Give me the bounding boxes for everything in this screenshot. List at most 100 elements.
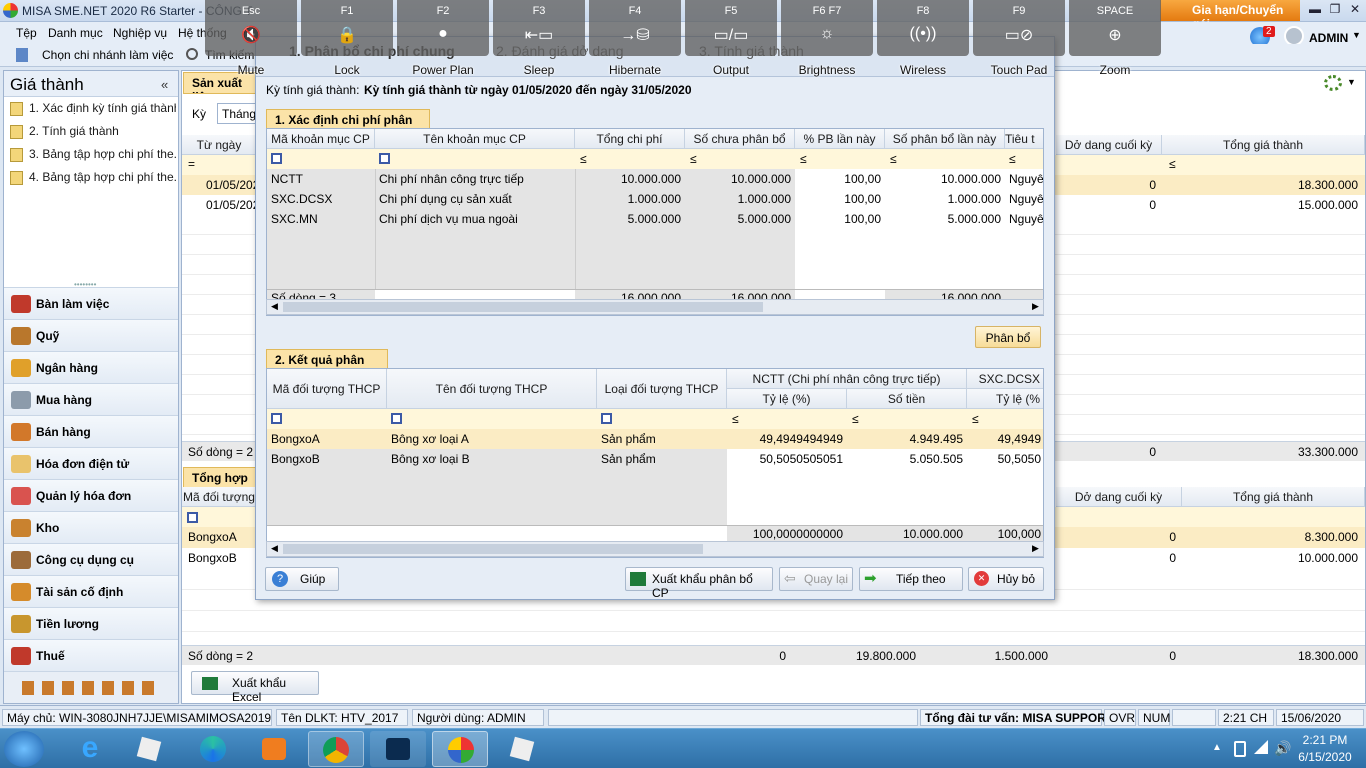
module-tax[interactable]: Thuế [4, 639, 178, 671]
export-excel-button[interactable]: Xuất khẩu Excel [191, 671, 319, 704]
cell-pct-2[interactable]: 50,5050 [967, 449, 1043, 469]
branch-selector[interactable]: Chọn chi nhánh làm việc [42, 48, 173, 62]
edge-icon[interactable] [186, 731, 242, 767]
filter-le[interactable]: ≤ [732, 412, 739, 426]
cell-criteria[interactable]: Nguyên [1005, 169, 1043, 189]
module-desk[interactable]: Bàn làm việc [4, 287, 178, 319]
table-row[interactable]: NCTT Chi phí nhân công trực tiếp 10.000.… [267, 169, 1043, 189]
fkey-hibernate[interactable]: F4 →⛁ [589, 0, 681, 56]
cell-alloc[interactable]: 5.000.000 [885, 209, 1005, 229]
start-button[interactable] [4, 731, 44, 767]
chevron-down-icon[interactable]: ▼ [1347, 77, 1356, 87]
usb-icon[interactable] [1234, 741, 1246, 757]
col-cost-name[interactable]: Tên khoản mục CP [375, 129, 575, 149]
table-row[interactable]: SXC.MN Chi phí dịch vụ mua ngoài 5.000.0… [267, 209, 1043, 229]
col-object-type[interactable]: Loại đối tượng THCP [597, 369, 727, 409]
filter-le[interactable]: ≤ [890, 152, 897, 166]
filter-le[interactable]: ≤ [852, 412, 859, 426]
col-alloc-pct[interactable]: % PB lần này [795, 129, 885, 149]
nav-item-2[interactable]: 2. Tính giá thành [10, 124, 176, 139]
col-dodang[interactable]: Dở dang cuối kỳ [1056, 487, 1182, 507]
period-select[interactable]: Tháng [217, 103, 257, 124]
module-fixed-assets[interactable]: Tài sản cố định [4, 575, 178, 607]
fkey-brightness[interactable]: F6 F7 ☼ [781, 0, 873, 56]
col-criteria[interactable]: Tiêu t [1005, 129, 1043, 149]
col-amount[interactable]: Số tiền [847, 389, 967, 409]
filter-le[interactable]: ≤ [1169, 157, 1176, 171]
module-einvoice[interactable]: Hóa đơn điện tử [4, 447, 178, 479]
cell-pct[interactable]: 100,00 [795, 169, 885, 189]
next-button[interactable]: ➡ Tiếp theo [859, 567, 963, 591]
filter-le[interactable]: ≤ [972, 412, 979, 426]
tray-chevron-icon[interactable]: ▲ [1212, 742, 1222, 753]
filter-checkbox[interactable] [379, 153, 390, 164]
fkey-touchpad[interactable]: F9 ▭⊘ [973, 0, 1065, 56]
cell-alloc[interactable]: 1.000.000 [885, 189, 1005, 209]
col-total[interactable]: Tổng giá thành [1182, 487, 1365, 507]
restore-icon[interactable]: ❐ [1326, 2, 1344, 18]
col-object-name[interactable]: Tên đối tượng THCP [387, 369, 597, 409]
scroll-left-icon[interactable]: ◀ [271, 301, 278, 312]
shortcut-icons[interactable] [22, 681, 162, 695]
scroll-thumb[interactable] [283, 544, 703, 554]
minimize-icon[interactable]: ▬ [1306, 2, 1324, 18]
col-from-date[interactable]: Từ ngày [182, 135, 257, 155]
nav-item-3[interactable]: 3. Bảng tập hợp chi phí the... [10, 147, 176, 162]
user-name[interactable]: ADMIN [1309, 31, 1348, 45]
cell-pct-2[interactable]: 49,4949 [967, 429, 1043, 449]
filter-le[interactable]: ≤ [580, 152, 587, 166]
scroll-thumb[interactable] [283, 302, 763, 312]
cell-amount[interactable]: 4.949.495 [847, 429, 967, 449]
help-button[interactable]: ? Giúp [265, 567, 339, 591]
tab-summary[interactable]: Tổng hợp ch [183, 467, 261, 489]
menu-file[interactable]: Tệp [16, 26, 37, 40]
col-alloc-amount[interactable]: Số phân bổ lần này [885, 129, 1005, 149]
roblox-studio-icon[interactable] [494, 731, 550, 767]
col-pct[interactable]: Tỷ lệ (%) [727, 389, 847, 409]
filter-le[interactable]: ≤ [800, 152, 807, 166]
fkey-lock[interactable]: F1 🔒 [301, 0, 393, 56]
chrome-icon[interactable] [308, 731, 364, 767]
cell-pct[interactable]: 100,00 [795, 189, 885, 209]
cell-pct[interactable]: 49,4949494949 [727, 429, 847, 449]
clock-date[interactable]: 6/15/2020 [1296, 750, 1354, 764]
gear-icon[interactable] [1324, 75, 1342, 91]
horizontal-scrollbar[interactable]: ◀ ▶ [266, 299, 1044, 315]
table-row[interactable]: BongxoA Bông xơ loại A Sản phẩm 49,49494… [267, 429, 1043, 449]
roblox-icon[interactable] [121, 731, 177, 767]
module-sales[interactable]: Bán hàng [4, 415, 178, 447]
cell-amount[interactable]: 5.050.505 [847, 449, 967, 469]
fkey-power-plan[interactable]: F2 ● [397, 0, 489, 56]
col-dodang[interactable]: Dở dang cuối kỳ [1056, 135, 1162, 155]
module-invoice-mgmt[interactable]: Quản lý hóa đơn [4, 479, 178, 511]
allocate-button[interactable]: Phân bổ [975, 326, 1041, 348]
fkey-wireless[interactable]: F8 ((•)) [877, 0, 969, 56]
clock-time[interactable]: 2:21 PM [1296, 733, 1354, 747]
avatar[interactable] [1284, 26, 1304, 46]
volume-icon[interactable]: 🔊 [1274, 740, 1291, 757]
cell-alloc[interactable]: 10.000.000 [885, 169, 1005, 189]
col-total[interactable]: Tổng giá thành [1162, 135, 1365, 155]
col-cost-code[interactable]: Mã khoản mục CP [267, 129, 375, 149]
table-row[interactable]: BongxoB Bông xơ loại B Sản phẩm 50,50505… [267, 449, 1043, 469]
module-tools[interactable]: Công cụ dụng cụ [4, 543, 178, 575]
module-cash[interactable]: Quỹ [4, 319, 178, 351]
network-icon[interactable] [1254, 740, 1268, 754]
filter-le[interactable]: ≤ [690, 152, 697, 166]
module-warehouse[interactable]: Kho [4, 511, 178, 543]
fkey-zoom[interactable]: SPACE ⊕ [1069, 0, 1161, 56]
kmplayer-icon[interactable] [370, 731, 426, 767]
close-icon[interactable]: ✕ [1346, 2, 1364, 18]
filter-le[interactable]: ≤ [1009, 152, 1016, 166]
filter-checkbox[interactable] [271, 153, 282, 164]
cell-criteria[interactable]: Nguyên [1005, 189, 1043, 209]
scroll-left-icon[interactable]: ◀ [271, 543, 278, 554]
collapse-icon[interactable]: « [161, 77, 168, 92]
table-row[interactable]: SXC.DCSX Chi phí dụng cụ sản xuất 1.000.… [267, 189, 1043, 209]
module-bank[interactable]: Ngân hàng [4, 351, 178, 383]
cell-pct[interactable]: 100,00 [795, 209, 885, 229]
fkey-output[interactable]: F5 ▭/▭ [685, 0, 777, 56]
cell-criteria[interactable]: Nguyên [1005, 209, 1043, 229]
filter-checkbox[interactable] [601, 413, 612, 424]
cell-pct[interactable]: 50,5050505051 [727, 449, 847, 469]
